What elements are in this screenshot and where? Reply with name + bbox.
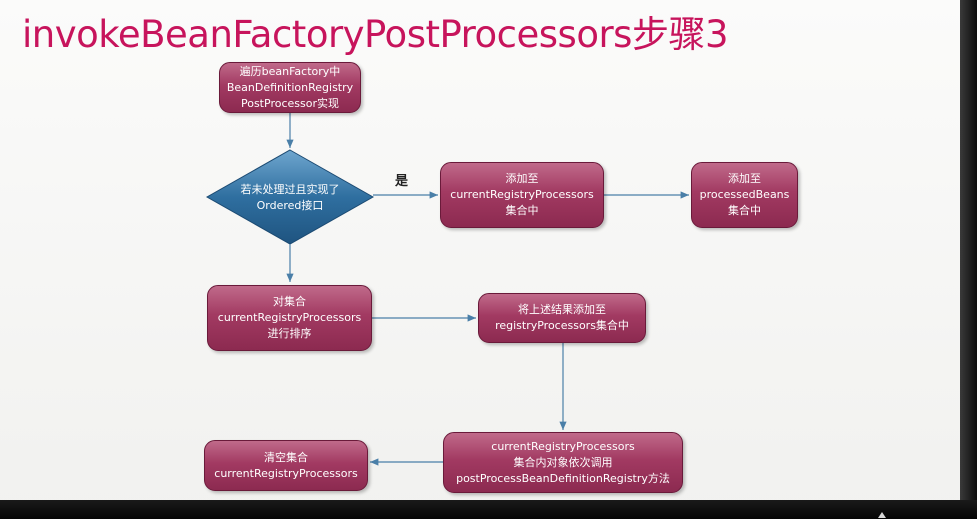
node-add-processed: 添加至 processedBeans 集合中 bbox=[691, 162, 798, 228]
node-start: 遍历beanFactory中 BeanDefinitionRegistry Po… bbox=[219, 62, 361, 113]
node-add-registry: 将上述结果添加至 registryProcessors集合中 bbox=[478, 293, 646, 343]
node-decision-label: 若未处理过且实现了 Ordered接口 bbox=[240, 183, 340, 212]
node-sort: 对集合 currentRegistryProcessors 进行排序 bbox=[207, 285, 372, 351]
node-clear: 清空集合 currentRegistryProcessors bbox=[204, 440, 368, 491]
node-add-current: 添加至 currentRegistryProcessors 集合中 bbox=[440, 162, 604, 228]
pointer-icon bbox=[878, 512, 886, 518]
node-invoke: currentRegistryProcessors 集合内对象依次调用 post… bbox=[443, 432, 683, 493]
edge-label-yes: 是 bbox=[395, 174, 409, 189]
